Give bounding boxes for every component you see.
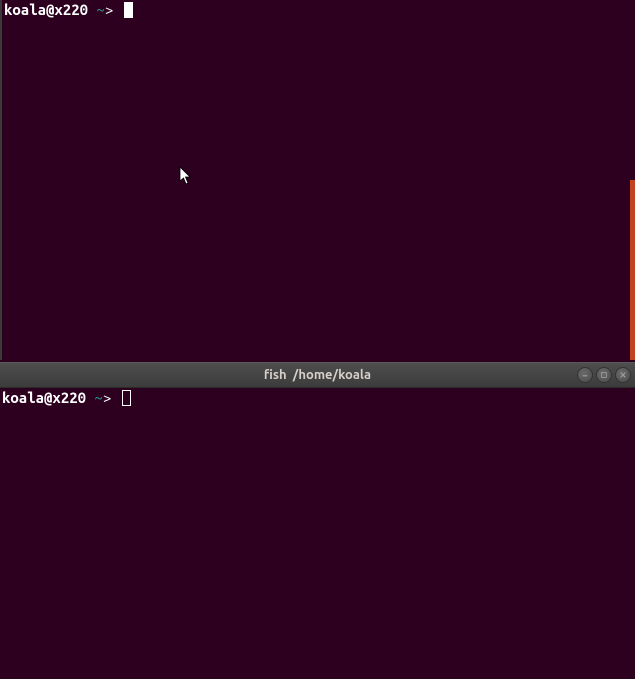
window-title: fish /home/koala xyxy=(264,368,371,382)
minimize-icon xyxy=(581,371,589,379)
cursor-outline xyxy=(122,390,131,406)
prompt-cwd: ~ xyxy=(96,1,104,18)
cursor-block xyxy=(124,2,133,18)
window-controls xyxy=(577,367,631,383)
maximize-icon xyxy=(600,371,608,379)
close-button[interactable] xyxy=(615,367,631,383)
prompt-userhost: koala@x220 xyxy=(4,1,96,18)
terminal-pane-top[interactable]: koala@x220 ~ > xyxy=(0,0,635,360)
prompt-arrow: > xyxy=(105,1,122,18)
prompt-userhost: koala@x220 xyxy=(2,389,94,406)
scrollbar[interactable] xyxy=(630,180,635,360)
window-titlebar[interactable]: fish /home/koala xyxy=(0,362,635,388)
minimize-button[interactable] xyxy=(577,367,593,383)
prompt-arrow: > xyxy=(103,389,120,406)
prompt-cwd: ~ xyxy=(94,389,102,406)
close-icon xyxy=(619,371,627,379)
prompt-line: koala@x220 ~ > xyxy=(2,0,635,19)
prompt-line: koala@x220 ~ > xyxy=(0,388,635,407)
terminal-pane-bottom[interactable]: koala@x220 ~ > xyxy=(0,388,635,679)
maximize-button[interactable] xyxy=(596,367,612,383)
